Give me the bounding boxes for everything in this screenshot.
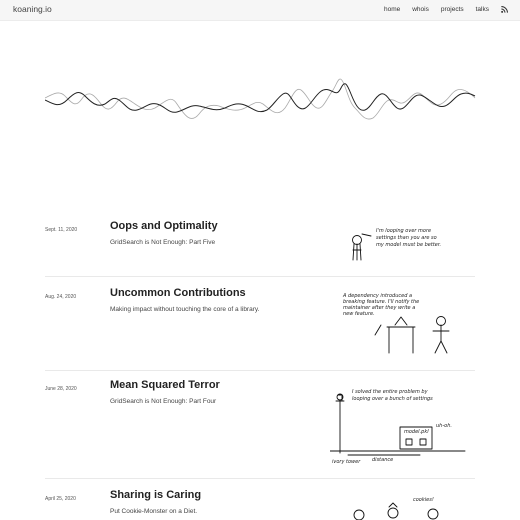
post-date: June 28, 2020	[45, 386, 77, 392]
post-item[interactable]: June 28, 2020 Mean Squared Terror GridSe…	[45, 379, 475, 471]
sketch-caption-line: I'm looping over more	[376, 228, 431, 234]
post-subtitle: GridSearch is Not Enough: Part Four	[110, 398, 217, 405]
nav-whois-link[interactable]: whois	[412, 6, 429, 13]
post-subtitle: GridSearch is Not Enough: Part Five	[110, 239, 216, 246]
nav-home-link[interactable]: home	[384, 6, 400, 13]
post-sketch-image: A dependency introduced a breaking featu…	[342, 293, 450, 354]
post-sketch-image: cookies!	[353, 497, 439, 520]
sketch-caption-line: ivory tower	[332, 459, 361, 465]
sketch-caption-line: I solved the entire problem by	[352, 389, 429, 395]
post-item[interactable]: Aug. 24, 2020 Uncommon Contributions Mak…	[45, 287, 475, 362]
sketch-caption-line: looping over a bunch of settings	[352, 396, 433, 402]
sketch-caption-line: settings than you are so	[376, 235, 437, 241]
post-title-link[interactable]: Mean Squared Terror	[110, 379, 220, 391]
sketch-caption-line: my model must be better.	[376, 242, 441, 248]
hero-wave-lines	[45, 78, 476, 120]
post-title-link[interactable]: Uncommon Contributions	[110, 287, 246, 299]
post-subtitle: Put Cookie-Monster on a Diet.	[110, 508, 198, 515]
wave-line-dark	[45, 83, 476, 113]
post-subtitle: Making impact without touching the core …	[110, 306, 260, 313]
nav-projects-link[interactable]: projects	[441, 6, 464, 13]
post-date: Aug. 24, 2020	[45, 294, 77, 300]
sketch-caption-line: new feature.	[343, 311, 375, 317]
sketch-caption-line: distance	[372, 457, 393, 463]
rss-icon[interactable]	[501, 6, 508, 13]
post-sketch-image: I solved the entire problem by looping o…	[330, 389, 466, 465]
post-divider	[45, 276, 475, 277]
post-sketch-image: I'm looping over more settings than you …	[352, 228, 441, 261]
main-nav: home whois projects talks	[384, 6, 508, 13]
top-navbar: koaning.io home whois projects talks	[0, 0, 520, 21]
post-date: Sept. 11, 2020	[45, 227, 78, 233]
wave-line-gray	[45, 78, 476, 120]
nav-talks-link[interactable]: talks	[476, 6, 489, 13]
sketch-caption-line: cookies!	[413, 497, 434, 503]
sketch-caption-line: uh-oh.	[436, 423, 452, 429]
post-divider	[45, 370, 475, 371]
post-date: April 25, 2020	[45, 496, 76, 502]
site-brand-link[interactable]: koaning.io	[13, 4, 52, 14]
post-title-link[interactable]: Oops and Optimality	[110, 220, 218, 232]
sketch-caption-line: model.pkl	[404, 429, 429, 435]
post-divider	[45, 478, 475, 479]
post-title-link[interactable]: Sharing is Caring	[110, 489, 201, 501]
post-item[interactable]: Sept. 11, 2020 Oops and Optimality GridS…	[45, 220, 475, 270]
post-item[interactable]: April 25, 2020 Sharing is Caring Put Coo…	[45, 489, 475, 520]
